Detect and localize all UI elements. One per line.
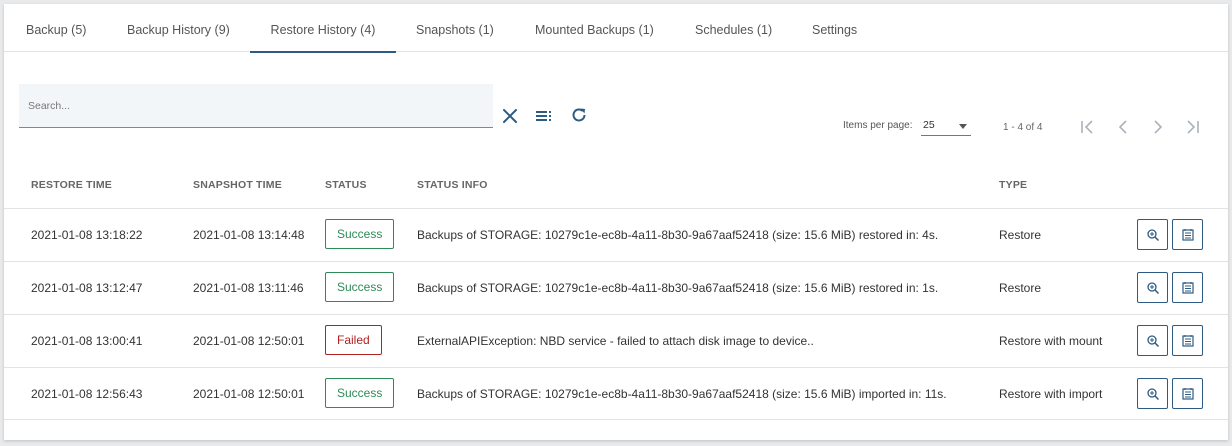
type-cell: Restore	[999, 228, 1042, 242]
status-badge: Success	[325, 219, 395, 249]
zoom-icon	[1146, 387, 1159, 400]
tab-backup[interactable]: Backup (5)	[26, 4, 86, 52]
tab-schedules[interactable]: Schedules (1)	[695, 4, 772, 52]
zoom-icon	[1146, 228, 1159, 241]
log-button[interactable]	[1172, 325, 1203, 356]
last-page-icon[interactable]	[1183, 117, 1203, 137]
type-cell: Restore	[999, 281, 1042, 295]
pagination-range: 1 - 4 of 4	[1003, 122, 1043, 133]
log-icon	[1181, 387, 1194, 400]
details-button[interactable]	[1137, 272, 1168, 303]
log-icon	[1181, 281, 1194, 294]
details-button[interactable]	[1137, 325, 1168, 356]
tab-settings[interactable]: Settings	[812, 4, 857, 52]
table-row: 2021-01-08 13:00:41 2021-01-08 12:50:01 …	[4, 314, 1228, 367]
column-header-type[interactable]: TYPE	[999, 179, 1027, 191]
zoom-icon	[1146, 281, 1159, 294]
status-info-cell: Backups of STORAGE: 10279c1e-ec8b-4a11-8…	[417, 387, 947, 401]
type-cell: Restore with mount	[999, 334, 1103, 348]
prev-page-icon[interactable]	[1113, 117, 1133, 137]
zoom-icon	[1146, 334, 1159, 347]
column-header-restore-time[interactable]: RESTORE TIME	[31, 179, 112, 191]
first-page-icon[interactable]	[1077, 117, 1097, 137]
column-header-status-info[interactable]: STATUS INFO	[417, 179, 488, 191]
restore-time-cell: 2021-01-08 13:18:22	[31, 228, 143, 242]
restore-history-panel: Backup (5) Backup History (9) Restore Hi…	[4, 4, 1228, 440]
items-per-page-value: 25	[923, 119, 935, 131]
log-icon	[1181, 334, 1194, 347]
status-info-cell: Backups of STORAGE: 10279c1e-ec8b-4a11-8…	[417, 228, 939, 242]
search-box	[19, 84, 493, 128]
status-info-cell: Backups of STORAGE: 10279c1e-ec8b-4a11-8…	[417, 281, 939, 295]
details-button[interactable]	[1137, 219, 1168, 250]
log-button[interactable]	[1172, 272, 1203, 303]
tab-backup-history[interactable]: Backup History (9)	[127, 4, 230, 52]
details-button[interactable]	[1137, 378, 1168, 409]
column-header-status[interactable]: STATUS	[325, 179, 367, 191]
restore-time-cell: 2021-01-08 12:56:43	[31, 387, 143, 401]
chevron-down-icon	[959, 124, 967, 129]
search-input[interactable]	[19, 84, 493, 127]
log-button[interactable]	[1172, 219, 1203, 250]
snapshot-time-cell: 2021-01-08 13:14:48	[193, 228, 305, 242]
snapshot-time-cell: 2021-01-08 13:11:46	[193, 281, 304, 295]
table-row: 2021-01-08 13:12:47 2021-01-08 13:11:46 …	[4, 261, 1228, 314]
column-header-snapshot-time[interactable]: SNAPSHOT TIME	[193, 179, 282, 191]
items-per-page-label: Items per page:	[843, 120, 913, 131]
log-icon	[1181, 228, 1194, 241]
tab-restore-history[interactable]: Restore History (4)	[250, 4, 396, 53]
next-page-icon[interactable]	[1148, 117, 1168, 137]
tab-snapshots[interactable]: Snapshots (1)	[416, 4, 494, 52]
log-button[interactable]	[1172, 378, 1203, 409]
snapshot-time-cell: 2021-01-08 12:50:01	[193, 387, 305, 401]
refresh-icon[interactable]	[568, 104, 590, 126]
tab-mounted-backups[interactable]: Mounted Backups (1)	[535, 4, 654, 52]
tab-bar: Backup (5) Backup History (9) Restore Hi…	[4, 4, 1228, 53]
status-badge: Success	[325, 272, 395, 302]
columns-icon[interactable]	[533, 105, 555, 127]
restore-time-cell: 2021-01-08 13:00:41	[31, 334, 143, 348]
status-info-cell: ExternalAPIException: NBD service - fail…	[417, 334, 814, 348]
snapshot-time-cell: 2021-01-08 12:50:01	[193, 334, 305, 348]
clear-icon[interactable]	[499, 105, 521, 127]
table-row: 2021-01-08 12:56:43 2021-01-08 12:50:01 …	[4, 367, 1228, 420]
items-per-page-select[interactable]: 25	[921, 116, 971, 136]
restore-time-cell: 2021-01-08 13:12:47	[31, 281, 143, 295]
status-badge: Failed	[325, 325, 382, 355]
type-cell: Restore with import	[999, 387, 1103, 401]
table-row: 2021-01-08 13:18:22 2021-01-08 13:14:48 …	[4, 208, 1228, 261]
status-badge: Success	[325, 378, 395, 408]
